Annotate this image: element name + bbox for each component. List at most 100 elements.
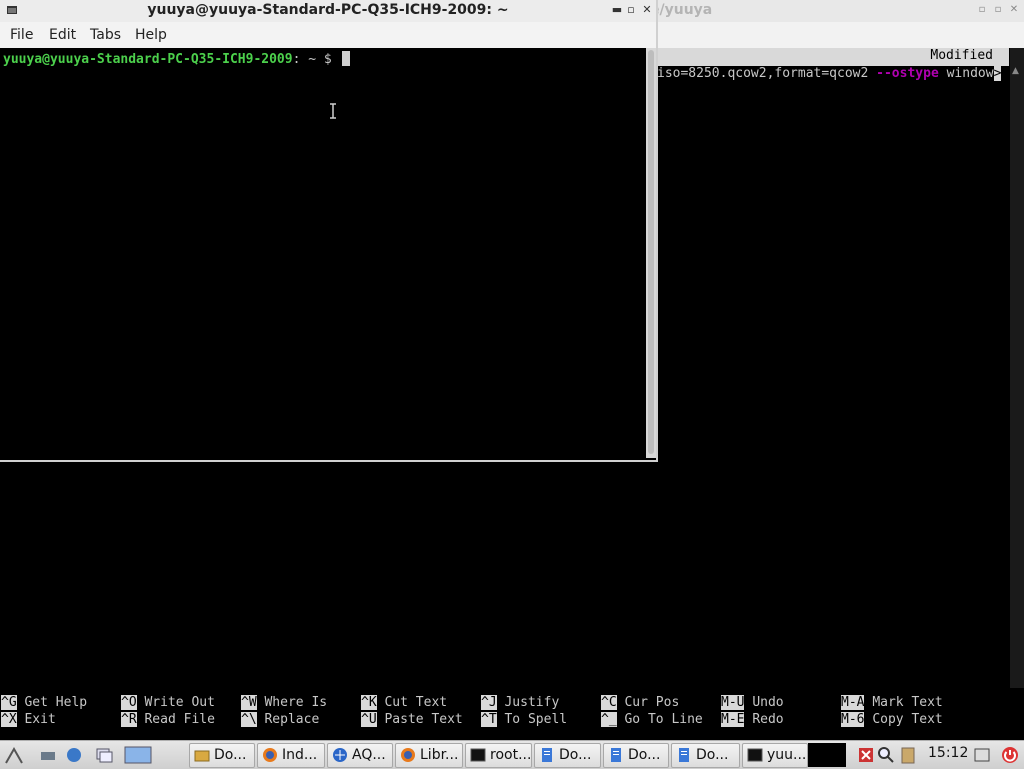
taskbar-task[interactable]: root...: [465, 743, 532, 768]
shortcut-key: M-A: [841, 695, 865, 710]
shortcut-key: ^K: [361, 695, 377, 710]
terminal-titlebar[interactable]: yuuya@yuuya-Standard-PC-Q35-ICH9-2009: ~…: [0, 0, 656, 22]
file-manager-icon[interactable]: [38, 745, 58, 765]
taskbar-task-label: Do...: [214, 747, 247, 763]
close-icon[interactable]: ✕: [1008, 4, 1020, 16]
search-icon[interactable]: [876, 745, 896, 765]
taskbar-task[interactable]: Do...: [603, 743, 669, 768]
shortcut-label: Paste Text: [384, 712, 463, 727]
shortcut-key: ^G: [1, 695, 17, 710]
taskbar-task-label: AQ...: [352, 747, 386, 763]
taskbar-task[interactable]: AQ...: [327, 743, 393, 768]
shell-prompt: yuuya@yuuya-Standard-PC-Q35-ICH9-2009: ~…: [3, 51, 350, 67]
background-menubar: [657, 22, 1024, 48]
terminal-scrollbar[interactable]: [646, 48, 656, 458]
nano-modified-indicator: Modified: [930, 48, 993, 63]
prompt-user-host: yuuya@yuuya-Standard-PC-Q35-ICH9-2009: [3, 52, 293, 67]
terminal-window[interactable]: yuuya@yuuya-Standard-PC-Q35-ICH9-2009: ~…: [0, 0, 658, 462]
shortcut-label: Copy Text: [872, 712, 943, 727]
taskbar-task[interactable]: yuu...: [742, 743, 808, 768]
nano-shortcut: M-U Undo: [721, 694, 784, 711]
taskbar-task[interactable]: Libr...: [395, 743, 463, 768]
shortcut-label: Undo: [752, 695, 784, 710]
nano-shortcut: ^J Justify: [481, 694, 559, 711]
nano-shortcut: ^_ Go To Line: [601, 711, 703, 728]
shortcut-key: M-E: [721, 712, 745, 727]
taskbar-task[interactable]: Do...: [671, 743, 740, 768]
maximize-icon[interactable]: ▫: [992, 4, 1004, 16]
menu-help[interactable]: Help: [135, 27, 167, 43]
shortcut-label: Cur Pos: [624, 695, 680, 710]
menu-tabs[interactable]: Tabs: [90, 27, 121, 43]
clock[interactable]: 15:12: [928, 745, 968, 761]
shortcut-label: Read File: [144, 712, 215, 727]
shortcut-key: ^X: [1, 712, 17, 727]
shortcut-label: Get Help: [24, 695, 88, 710]
taskbar-task-label: root...: [490, 747, 532, 763]
nano-shortcut: ^K Cut Text: [361, 694, 447, 711]
web-browser-icon[interactable]: [64, 745, 84, 765]
start-menu-icon[interactable]: [4, 745, 24, 765]
shortcut-key: ^C: [601, 695, 617, 710]
overflow-marker: >: [993, 66, 1002, 81]
firefox-icon: [263, 748, 277, 762]
terminal-icon: [470, 748, 486, 762]
battery-icon[interactable]: [972, 745, 992, 765]
terminal-icon: [747, 748, 763, 762]
shortcut-label: To Spell: [504, 712, 568, 727]
nano-text-line[interactable]: iso=8250.qcow2,format=qcow2 --ostype win…: [657, 66, 1002, 81]
nano-shortcut: ^\ Replace: [241, 711, 319, 728]
tray-close-icon[interactable]: [856, 745, 876, 765]
shortcut-key: ^J: [481, 695, 497, 710]
show-desktop-icon[interactable]: [124, 745, 152, 765]
terminal-output-area[interactable]: yuuya@yuuya-Standard-PC-Q35-ICH9-2009: ~…: [0, 48, 646, 458]
nano-shortcut: ^X Exit: [1, 711, 56, 728]
clipboard-icon[interactable]: [898, 745, 918, 765]
taskbar-task[interactable]: Do...: [189, 743, 255, 768]
document-icon: [679, 748, 689, 762]
document-icon: [611, 748, 621, 762]
taskbar-task[interactable]: Ind...: [257, 743, 325, 768]
shortcut-key: ^W: [241, 695, 257, 710]
taskbar-task-label: yuu...: [767, 747, 807, 763]
taskbar: 15:12 Do... Ind... AQ... Libr... root... Do..…: [0, 740, 1024, 769]
minimize-icon[interactable]: ▬: [610, 3, 624, 17]
menu-file[interactable]: File: [10, 27, 33, 43]
nano-shortcut: M-A Mark Text: [841, 694, 943, 711]
browser-icon: [333, 748, 347, 762]
shortcut-key: ^_: [601, 712, 617, 727]
shortcut-key: ^R: [121, 712, 137, 727]
maximize-icon[interactable]: ▫: [624, 3, 638, 17]
background-scrollbar[interactable]: ▲: [1010, 48, 1024, 688]
taskbar-task-label: Libr...: [420, 747, 459, 763]
shortcut-key: M-6: [841, 712, 865, 727]
power-icon[interactable]: [1000, 745, 1020, 765]
folder-icon: [194, 750, 210, 762]
nano-shortcut: M-6 Copy Text: [841, 711, 943, 728]
nano-shortcut: ^T To Spell: [481, 711, 567, 728]
close-icon[interactable]: ✕: [640, 3, 654, 17]
scrollbar-thumb[interactable]: [648, 50, 654, 454]
window-switch-icon[interactable]: [94, 745, 114, 765]
scroll-up-icon[interactable]: ▲: [1012, 66, 1019, 76]
document-icon: [542, 748, 552, 762]
shortcut-label: Cut Text: [384, 695, 448, 710]
nano-shortcut: ^R Read File: [121, 711, 215, 728]
shortcut-label: Justify: [504, 695, 560, 710]
terminal-menubar: File Edit Tabs Help: [0, 22, 656, 49]
menu-edit[interactable]: Edit: [49, 27, 76, 43]
command-option: --ostype: [876, 66, 939, 81]
shortcut-label: Write Out: [144, 695, 215, 710]
prompt-suffix: : ~ $: [292, 52, 340, 67]
text-cursor: [341, 51, 350, 66]
ibeam-cursor-icon: [330, 103, 336, 119]
command-tail: window: [938, 66, 994, 81]
minimize-icon[interactable]: ▫: [976, 4, 988, 16]
shortcut-label: Go To Line: [624, 712, 703, 727]
shortcut-label: Where Is: [264, 695, 328, 710]
nano-shortcut: ^W Where Is: [241, 694, 327, 711]
shortcut-label: Exit: [24, 712, 56, 727]
taskbar-task[interactable]: Do...: [534, 743, 601, 768]
nano-shortcut: ^C Cur Pos: [601, 694, 679, 711]
shortcut-label: Mark Text: [872, 695, 943, 710]
